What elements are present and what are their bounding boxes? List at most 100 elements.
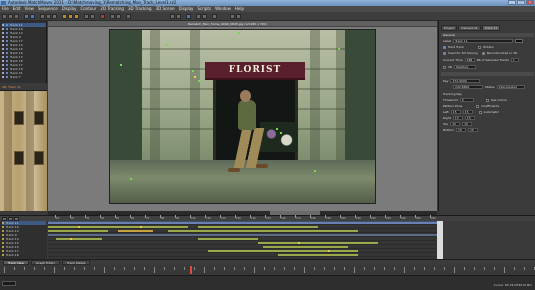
- track-point[interactable]: [166, 44, 168, 46]
- current-time-field[interactable]: 188: [464, 58, 475, 62]
- footage-frame[interactable]: FLORIST: [109, 29, 376, 204]
- keyframe-marker[interactable]: [78, 226, 80, 228]
- track-span[interactable]: [278, 254, 358, 256]
- main-viewport[interactable]: Rematch_Man_frame_9999_0845.jpg (1/1280 …: [48, 21, 437, 211]
- lock-icon[interactable]: [6, 48, 8, 50]
- close-button[interactable]: x: [526, 0, 534, 5]
- coefficients-checkbox[interactable]: [476, 104, 480, 108]
- track-span[interactable]: [258, 242, 378, 244]
- track-color-swatch[interactable]: [515, 39, 524, 43]
- row-value[interactable]: 0: [459, 98, 474, 102]
- save-icon[interactable]: [14, 14, 19, 19]
- visibility-icon[interactable]: [2, 36, 4, 38]
- tab-camera[interactable]: Camera 01: [458, 25, 481, 31]
- track-span[interactable]: [48, 226, 188, 228]
- row-value[interactable]: 15: [462, 122, 473, 126]
- lock-icon[interactable]: [6, 44, 8, 46]
- visibility-icon[interactable]: [2, 64, 4, 66]
- track-point[interactable]: [276, 128, 278, 130]
- track-span[interactable]: [208, 250, 358, 252]
- visibility-icon[interactable]: [2, 32, 4, 34]
- track-point[interactable]: [280, 132, 282, 134]
- visibility-icon[interactable]: [2, 76, 4, 78]
- status-dropdown[interactable]: Interpolated: [496, 85, 525, 89]
- lock-icon[interactable]: [6, 52, 8, 54]
- track-point-icon[interactable]: [62, 14, 67, 19]
- undo-icon[interactable]: [24, 14, 29, 19]
- split-view-icon[interactable]: [186, 14, 191, 19]
- track-forward-icon[interactable]: [68, 14, 73, 19]
- visibility-icon[interactable]: [2, 72, 4, 74]
- row-value[interactable]: 15: [452, 116, 463, 120]
- timeline-area[interactable]: [48, 221, 437, 259]
- lock-icon[interactable]: [6, 72, 8, 74]
- row-value[interactable]: 15: [464, 116, 475, 120]
- track-point[interactable]: [130, 178, 132, 180]
- visibility-icon[interactable]: [2, 60, 4, 62]
- tab-project[interactable]: Project: [441, 25, 458, 31]
- row-value[interactable]: Relative: [454, 65, 477, 69]
- tab-track[interactable]: Track 11: [481, 25, 501, 31]
- keyframe-marker[interactable]: [70, 238, 72, 240]
- track-list-item[interactable]: Track 7: [2, 75, 46, 79]
- visibility-icon[interactable]: [2, 56, 4, 58]
- track-span[interactable]: [56, 238, 102, 240]
- automatic-checkbox[interactable]: [478, 110, 482, 114]
- settings-icon[interactable]: [230, 14, 235, 19]
- lock-icon[interactable]: [6, 64, 8, 66]
- lock-icon[interactable]: [6, 36, 8, 38]
- row-value[interactable]: 15: [462, 110, 473, 114]
- track-backward-icon[interactable]: [74, 14, 79, 19]
- row-checkbox[interactable]: [443, 65, 446, 69]
- current-frame-marker[interactable]: [190, 266, 192, 274]
- track-span[interactable]: [118, 230, 153, 232]
- visibility-icon[interactable]: [2, 52, 4, 54]
- lock-icon[interactable]: [6, 60, 8, 62]
- grid-icon[interactable]: [126, 14, 131, 19]
- lock-icon[interactable]: [6, 76, 8, 78]
- keyframe-marker[interactable]: [140, 226, 142, 228]
- hard-track-checkbox[interactable]: [443, 45, 446, 49]
- section-general[interactable]: General: [441, 33, 534, 37]
- row-value[interactable]: 272.0000: [450, 79, 481, 83]
- visibility-icon[interactable]: [2, 48, 4, 50]
- new-file-icon[interactable]: [2, 14, 7, 19]
- track-span[interactable]: [263, 246, 348, 248]
- track-span[interactable]: [198, 238, 258, 240]
- label-field[interactable]: Track 11: [453, 39, 514, 43]
- track-span[interactable]: [168, 230, 358, 232]
- lock-icon[interactable]: [6, 24, 8, 26]
- open-file-icon[interactable]: [8, 14, 13, 19]
- zoom-out-icon[interactable]: [202, 14, 207, 19]
- track-point[interactable]: [338, 48, 340, 50]
- solve-icon[interactable]: [90, 14, 95, 19]
- reconstructed-checkbox[interactable]: [481, 51, 485, 55]
- lock-icon[interactable]: [6, 32, 8, 34]
- hidden-checkbox[interactable]: [477, 45, 481, 49]
- track-point-selected[interactable]: [194, 76, 196, 78]
- frame-input[interactable]: [2, 281, 16, 286]
- stop-icon[interactable]: [116, 14, 121, 19]
- visibility-icon[interactable]: [2, 44, 4, 46]
- track-span[interactable]: [198, 226, 318, 228]
- section-2d[interactable]: [441, 72, 534, 76]
- keyframe-marker[interactable]: [298, 242, 300, 244]
- visibility-icon[interactable]: [2, 68, 4, 70]
- timeline-lane[interactable]: [48, 253, 437, 257]
- row-value[interactable]: 15: [450, 122, 461, 126]
- keyframe-marker[interactable]: [328, 250, 330, 252]
- track-point[interactable]: [192, 70, 194, 72]
- fit-view-icon[interactable]: [212, 14, 217, 19]
- play-icon[interactable]: [110, 14, 115, 19]
- row-value[interactable]: 15: [468, 128, 479, 132]
- frame-ruler[interactable]: [0, 265, 535, 275]
- track-span[interactable]: [48, 222, 437, 224]
- minimize-button[interactable]: _: [508, 0, 516, 5]
- row-value[interactable]: 15: [450, 110, 461, 114]
- zoom-tool-icon[interactable]: [52, 14, 57, 19]
- maximize-button[interactable]: □: [517, 0, 525, 5]
- timeline-range-end[interactable]: [437, 221, 443, 259]
- visibility-icon[interactable]: [2, 40, 4, 42]
- timeline-track-item[interactable]: Track 18: [2, 253, 46, 257]
- track-point[interactable]: [238, 32, 240, 34]
